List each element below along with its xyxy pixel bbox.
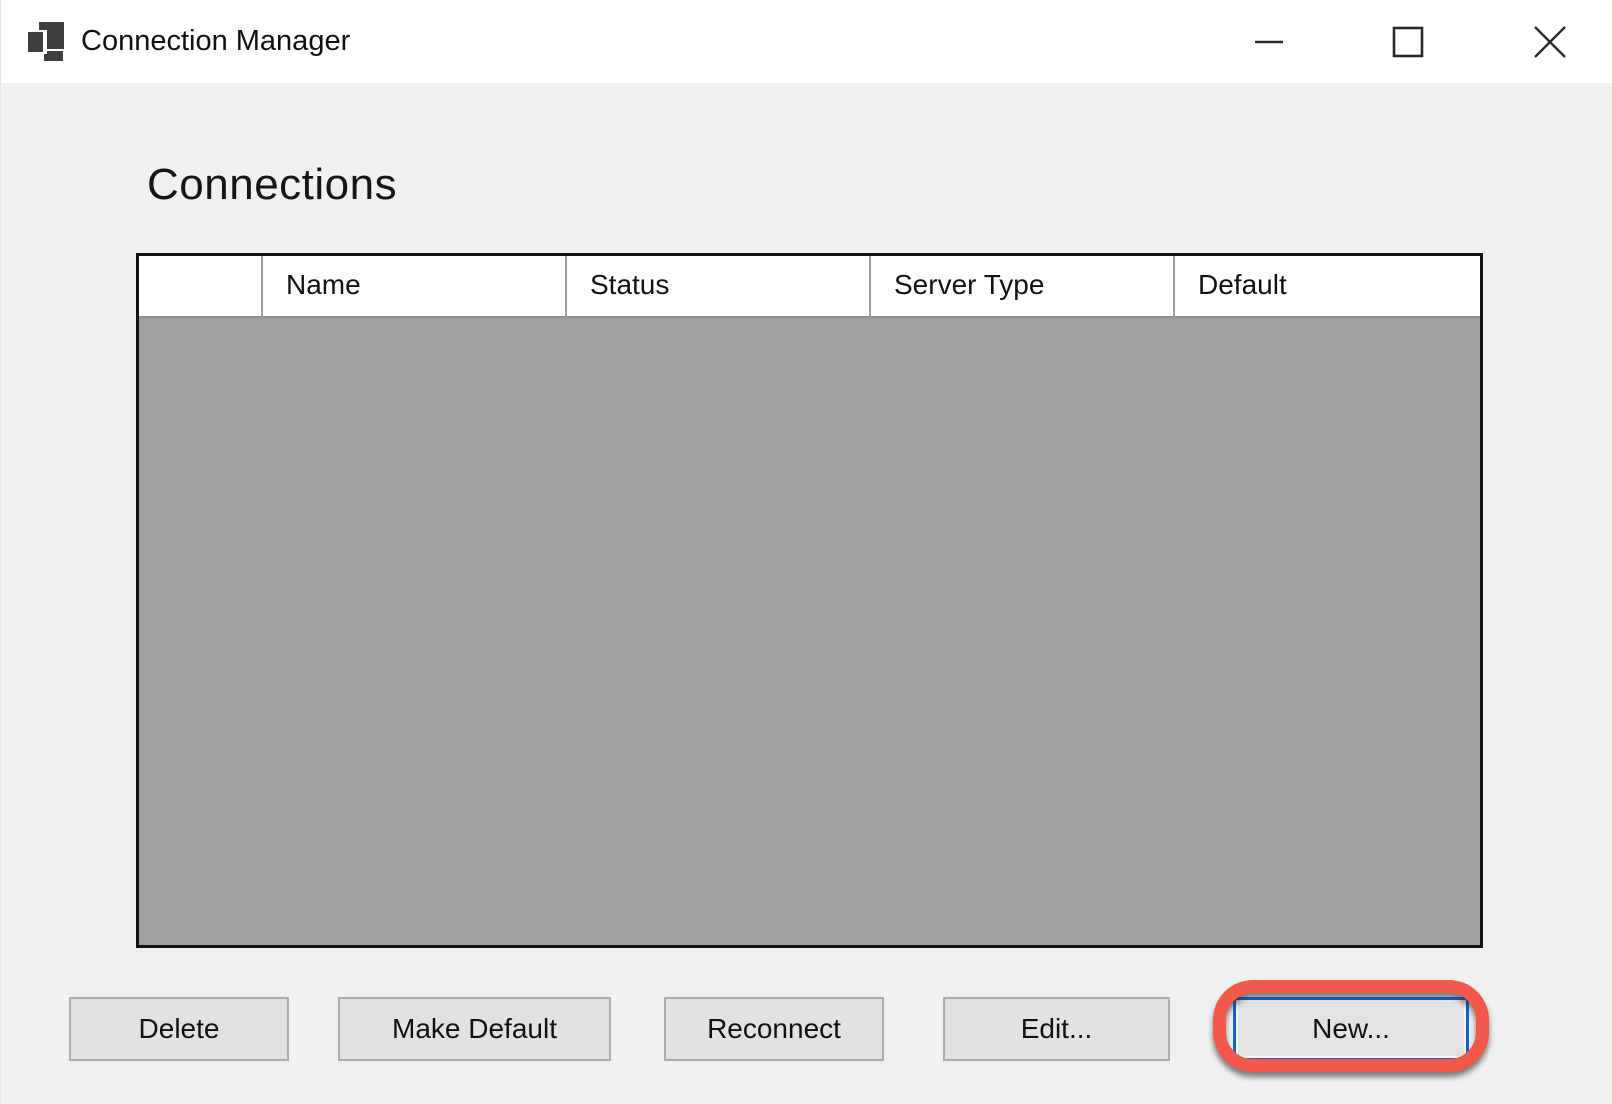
column-header-name[interactable]: Name bbox=[263, 256, 567, 316]
reconnect-button[interactable]: Reconnect bbox=[664, 997, 884, 1061]
connection-manager-window: Connection Manager Connections Name Stat… bbox=[0, 0, 1612, 1104]
close-button[interactable] bbox=[1522, 14, 1578, 70]
delete-button[interactable]: Delete bbox=[69, 997, 289, 1061]
table-body-empty[interactable] bbox=[139, 318, 1480, 945]
column-header-server-type[interactable]: Server Type bbox=[871, 256, 1175, 316]
minimize-icon bbox=[1253, 26, 1285, 58]
app-icon bbox=[28, 20, 66, 64]
connections-table: Name Status Server Type Default bbox=[136, 253, 1483, 948]
maximize-button[interactable] bbox=[1380, 14, 1436, 70]
window-title: Connection Manager bbox=[81, 0, 350, 83]
minimize-button[interactable] bbox=[1241, 14, 1297, 70]
maximize-icon bbox=[1392, 26, 1424, 58]
edit-button[interactable]: Edit... bbox=[943, 997, 1170, 1061]
column-header-blank[interactable] bbox=[139, 256, 263, 316]
column-header-status[interactable]: Status bbox=[567, 256, 871, 316]
close-icon bbox=[1533, 25, 1567, 59]
titlebar[interactable]: Connection Manager bbox=[1, 0, 1612, 83]
new-button[interactable]: New... bbox=[1233, 997, 1469, 1061]
make-default-button[interactable]: Make Default bbox=[338, 997, 611, 1061]
table-header-row: Name Status Server Type Default bbox=[139, 256, 1480, 318]
connections-heading: Connections bbox=[147, 160, 397, 210]
column-header-default[interactable]: Default bbox=[1175, 256, 1480, 316]
